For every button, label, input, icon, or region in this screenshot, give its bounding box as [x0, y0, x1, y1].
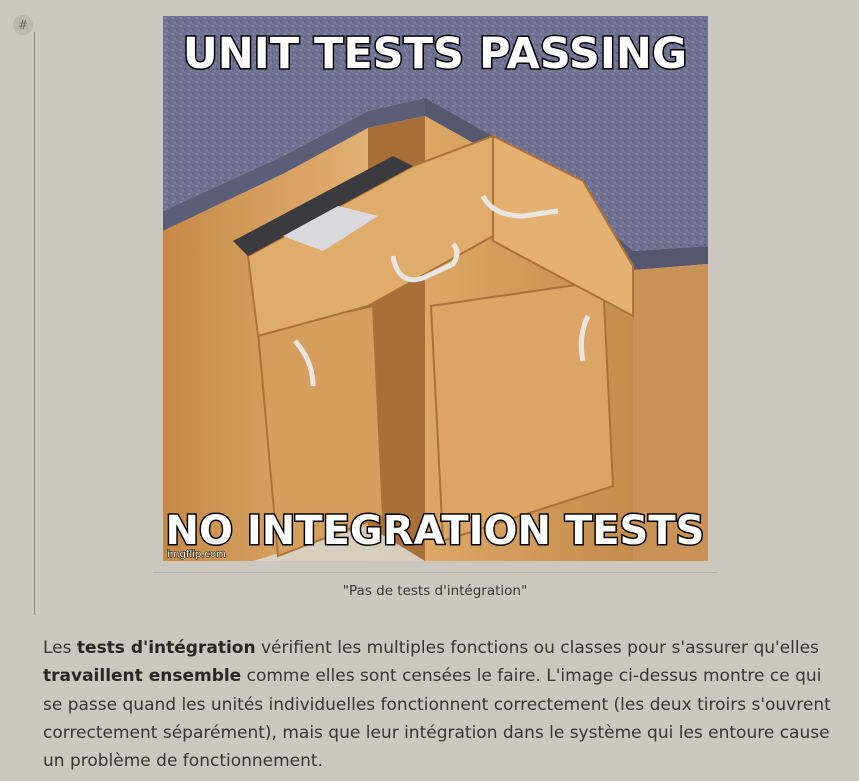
hash-icon: # — [17, 18, 29, 32]
figure-caption: "Pas de tests d'intégration" — [342, 583, 528, 599]
para-text-2: vérifient les multiples fonctions ou cla… — [255, 638, 819, 658]
meme-bottom-text: NO INTEGRATION TESTS — [166, 508, 705, 554]
meme-image: UNIT TESTS PASSING NO INTEGRATION TESTS … — [163, 16, 708, 561]
body-paragraph: Les tests d'intégration vérifient les mu… — [43, 634, 833, 775]
para-bold-work-together: travaillent ensemble — [43, 666, 242, 687]
meme-top-text: UNIT TESTS PASSING — [183, 29, 687, 79]
watermark-text: imgflip.com — [167, 549, 226, 560]
para-bold-integration-tests: tests d'intégration — [76, 638, 256, 658]
caption-divider — [153, 572, 717, 573]
para-text-1: Les — [43, 638, 77, 658]
blockquote-rail — [34, 32, 35, 615]
heading-anchor-link[interactable]: # — [13, 15, 33, 35]
